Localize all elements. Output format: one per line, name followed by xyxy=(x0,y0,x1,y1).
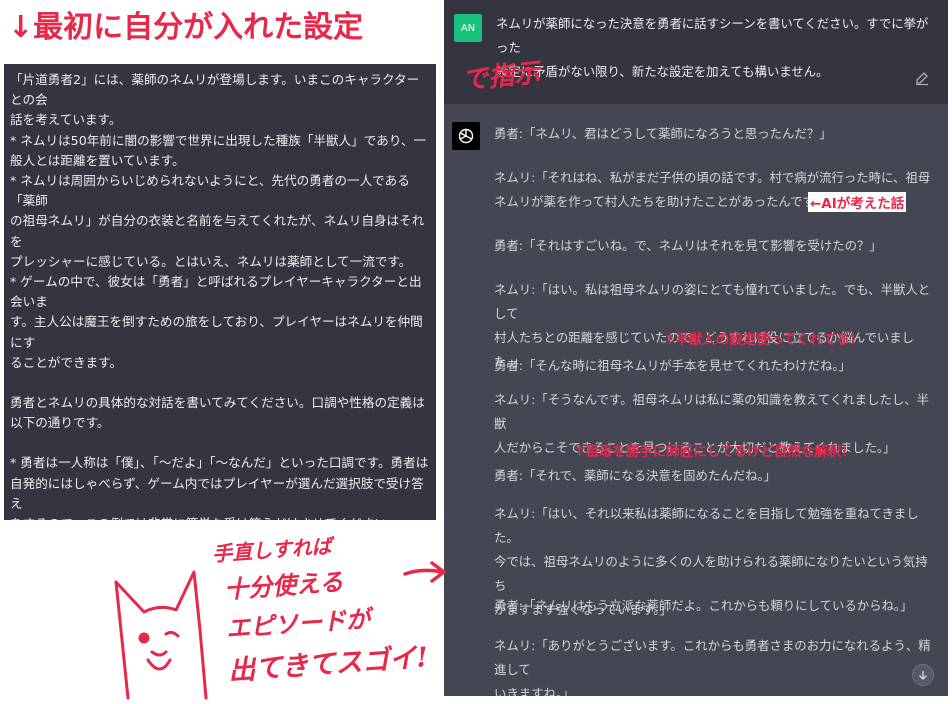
settings-prompt-panel: 「片道勇者2」には、薬師のネムリが登場します。いまこのキャラクターとの会 話を考… xyxy=(4,64,436,520)
user-prompt-text: ネムリが薬師になった決意を勇者に話すシーンを書いてください。すでに挙がった 設定… xyxy=(496,16,929,79)
arrow-right-icon xyxy=(403,561,446,583)
cat-doodle-icon xyxy=(114,570,208,700)
scroll-down-button[interactable] xyxy=(912,664,934,686)
settings-paragraph-2: 勇者とネムリの具体的な対話を書いてみてください。口調や性格の定義は 以下の通りで… xyxy=(10,395,425,431)
half-beast-annotation: ↑半獣人の設定使ってくれてる！ xyxy=(664,332,863,348)
chat-window: AN ネムリが薬師になった決意を勇者に話すシーンを書いてください。すでに挙がった… xyxy=(444,0,948,696)
cat-note-line-2: 十分使える xyxy=(223,566,345,605)
cat-note-line-4: 出てきてスゴイ! xyxy=(227,642,430,687)
cat-note-line-1: 手直しすれば xyxy=(211,533,333,567)
page-heading: ↓最初に自分が入れた設定 xyxy=(8,10,364,45)
assistant-line: 勇者:「そんな時に祖母ネムリが手本を見せてくれたわけだね。」 xyxy=(494,358,851,373)
edit-icon[interactable] xyxy=(914,70,930,86)
cat-note-line-3: エピソードが xyxy=(225,604,371,643)
arrow-down-icon xyxy=(919,671,927,680)
assistant-line: 勇者:「ネムリ、君はどうして薬師になろうと思ったんだ？」 xyxy=(494,126,832,141)
settings-paragraph-3: * 勇者は一人称は「僕」、「～だよ」「～なんだ」といった口調です。勇者は 自発的… xyxy=(10,455,429,520)
assistant-line: ネムリ:「ありがとうございます。これからも勇者さまのお力になれるよう、精進して … xyxy=(494,638,931,696)
user-avatar: AN xyxy=(454,14,482,42)
settings-paragraph-1: 「片道勇者2」には、薬師のネムリが登場します。いまこのキャラクターとの会 話を考… xyxy=(10,72,427,370)
ai-idea-annotation: ←AIが考えた話 xyxy=(808,192,907,212)
assistant-line: 勇者:「ネムリはもう立派な薬師だよ。これからも頼りにしているからね。」 xyxy=(494,598,913,613)
assistant-line: 勇者:「それはすごいね。で、ネムリはそれを見て影響を受けたの？」 xyxy=(494,238,882,253)
grandma-annotation: ↑祖母を勝手に師匠にしてるけど自然な解釈！ xyxy=(574,444,855,460)
assistant-logo-icon xyxy=(452,122,480,150)
assistant-line: 勇者:「それで、薬師になる決意を固めたんだね。」 xyxy=(494,468,777,483)
